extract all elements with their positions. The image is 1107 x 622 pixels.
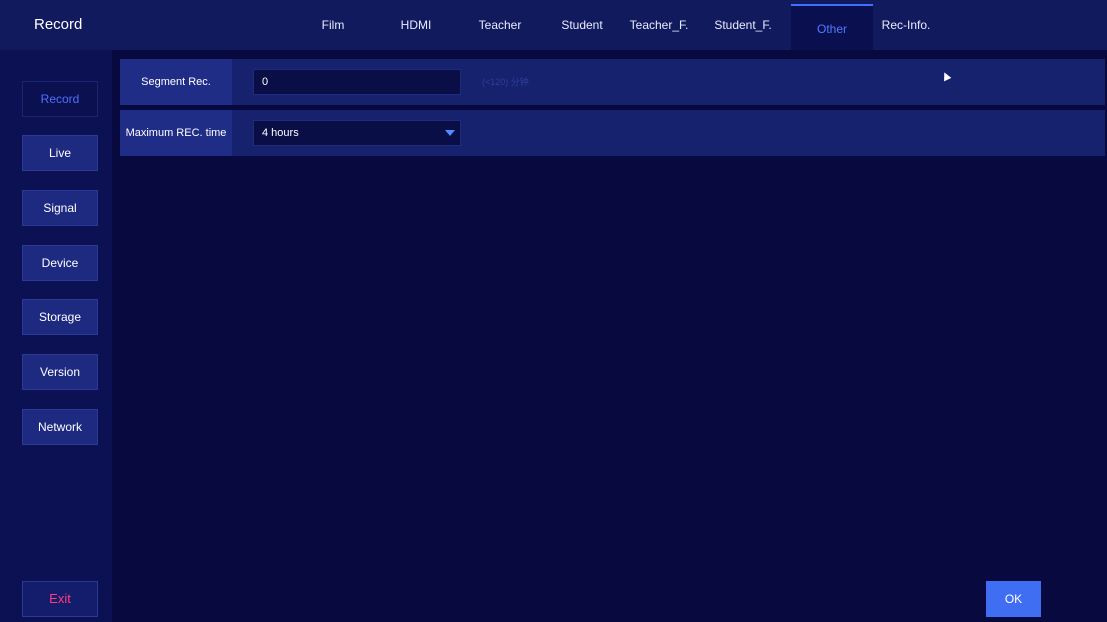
app-title: Record (34, 16, 83, 33)
tab-teacher[interactable]: Teacher (471, 4, 529, 50)
sidebar-item-storage[interactable]: Storage (22, 299, 98, 335)
segment-rec-hint: (<120) 分钟 (482, 77, 529, 87)
tab-hdmi[interactable]: HDMI (393, 4, 439, 50)
tab-student-f[interactable]: Student_F. (704, 4, 782, 50)
sidebar-item-device[interactable]: Device (22, 245, 98, 281)
exit-button[interactable]: Exit (22, 581, 98, 617)
segment-rec-input[interactable]: 0 (253, 69, 461, 95)
top-bar: Record Film HDMI Teacher Student Teacher… (0, 0, 1107, 50)
tab-film[interactable]: Film (310, 4, 356, 50)
tab-rec-info[interactable]: Rec-Info. (872, 4, 940, 50)
sidebar: Record Live Signal Device Storage Versio… (0, 50, 112, 622)
max-rec-time-row: Maximum REC. time 4 hours (120, 110, 1105, 156)
sidebar-item-signal[interactable]: Signal (22, 190, 98, 226)
tab-other[interactable]: Other (791, 4, 873, 50)
dropdown-caret-icon (445, 130, 455, 136)
sidebar-item-record[interactable]: Record (22, 81, 98, 117)
max-rec-time-label: Maximum REC. time (120, 110, 232, 156)
max-rec-time-select[interactable]: 4 hours (253, 120, 461, 146)
tab-student[interactable]: Student (553, 4, 611, 50)
max-rec-time-value: 4 hours (262, 127, 299, 139)
tab-teacher-f[interactable]: Teacher_F. (620, 4, 698, 50)
segment-rec-label: Segment Rec. (120, 59, 232, 105)
ok-button[interactable]: OK (986, 581, 1041, 617)
segment-rec-row: Segment Rec. 0 (<120) 分钟 (120, 59, 1105, 105)
sidebar-item-live[interactable]: Live (22, 135, 98, 171)
sidebar-item-network[interactable]: Network (22, 409, 98, 445)
sidebar-item-version[interactable]: Version (22, 354, 98, 390)
